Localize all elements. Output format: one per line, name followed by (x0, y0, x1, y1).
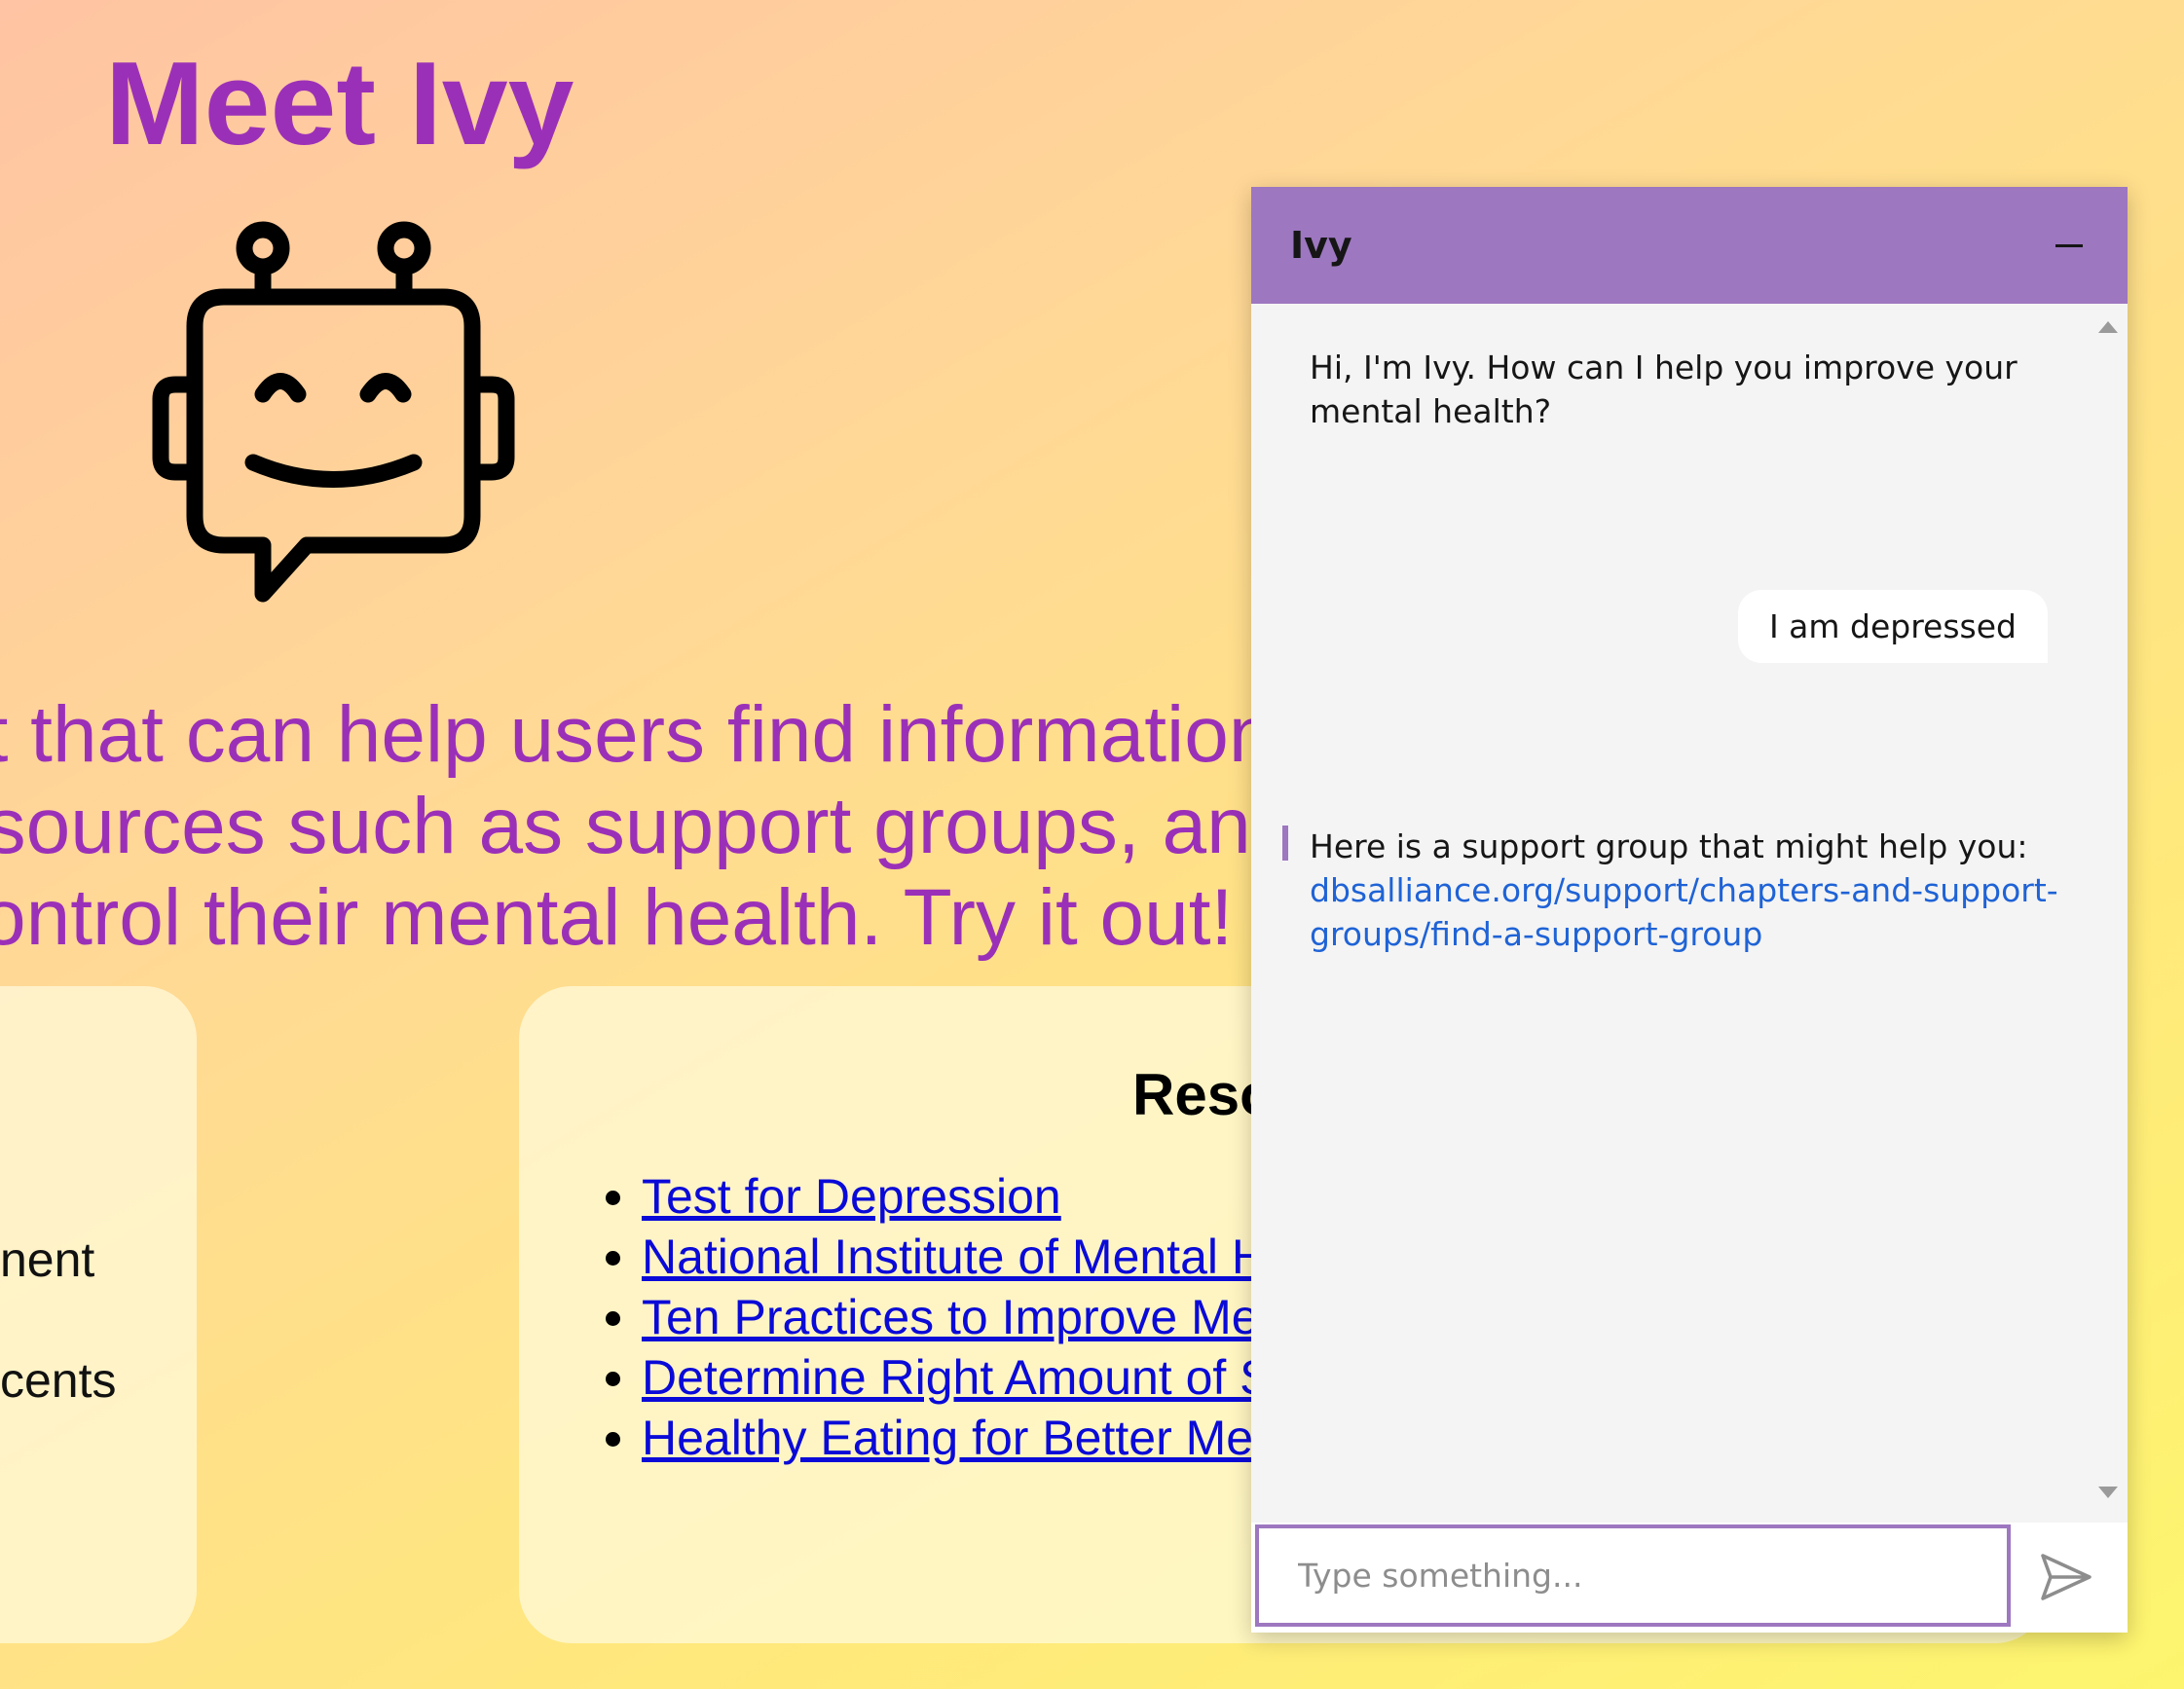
bot-message: Hi, I'm Ivy. How can I help you improve … (1310, 349, 2017, 430)
bot-message: Here is a support group that might help … (1310, 825, 2069, 956)
robot-chat-icon (152, 221, 515, 603)
page-title: Meet Ivy (105, 37, 574, 169)
chat-composer (1251, 1523, 2128, 1633)
send-icon (2041, 1554, 2091, 1600)
chat-input[interactable] (1255, 1524, 2011, 1627)
card-text-fragment: cents (0, 1353, 117, 1408)
scroll-up-arrow-icon[interactable] (2098, 321, 2118, 333)
send-button[interactable] (2025, 1542, 2103, 1612)
bot-message-text: Here is a support group that might help … (1310, 827, 2028, 865)
card-text-fragment: nent (0, 1232, 95, 1287)
minimize-button[interactable] (2040, 216, 2098, 275)
bot-message-indicator (1282, 826, 1288, 861)
info-card: nent cents (0, 986, 197, 1643)
user-message: I am depressed (1737, 590, 2048, 663)
resource-link-depression-test[interactable]: Test for Depression (642, 1169, 1061, 1224)
minimize-icon (2055, 244, 2083, 247)
scroll-down-arrow-icon[interactable] (2098, 1487, 2118, 1498)
chat-widget: Ivy Hi, I'm Ivy. How can I help you impr… (1251, 187, 2128, 1633)
chat-header: Ivy (1251, 187, 2128, 304)
chat-title: Ivy (1290, 224, 1352, 267)
support-group-link[interactable]: dbsalliance.org/support/chapters-and-sup… (1310, 871, 2058, 953)
message-list[interactable]: Hi, I'm Ivy. How can I help you improve … (1251, 304, 2128, 1516)
